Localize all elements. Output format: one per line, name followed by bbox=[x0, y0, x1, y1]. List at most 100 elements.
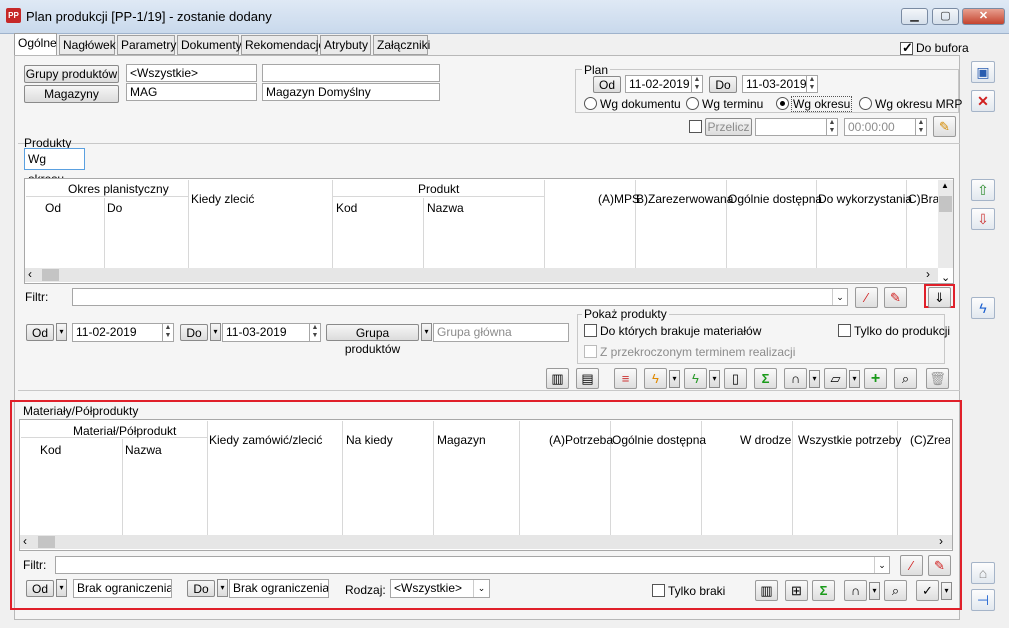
materialy-do-field[interactable]: Brak ograniczenia bbox=[229, 579, 329, 598]
scroll-down-icon[interactable]: ⌄ bbox=[941, 271, 950, 284]
filter-wizard-icon[interactable]: ✎ bbox=[928, 555, 951, 576]
pin-icon[interactable]: ⊣ bbox=[971, 589, 995, 611]
magazyn-name-field[interactable]: Magazyn Domyślny bbox=[262, 83, 440, 101]
col-kod[interactable]: Kod bbox=[40, 443, 61, 457]
lock-icon[interactable]: ⌂ bbox=[971, 562, 995, 584]
plan-od-button[interactable]: Od bbox=[593, 76, 621, 93]
scroll-right-icon[interactable]: › bbox=[939, 534, 943, 548]
time-spinner[interactable]: ▲ ▼ bbox=[915, 119, 926, 135]
scroll-left-icon[interactable]: ‹ bbox=[28, 267, 32, 281]
tab-ogolne[interactable]: Ogólne bbox=[14, 33, 57, 55]
export-icon[interactable]: ⇧ bbox=[971, 179, 995, 201]
col-braki[interactable]: C)Braki bbox=[908, 192, 938, 206]
brakuje-checkbox[interactable] bbox=[584, 324, 597, 337]
przekroczony-checkbox[interactable] bbox=[584, 345, 597, 358]
col-kod[interactable]: Kod bbox=[336, 201, 357, 215]
check-edit-dropdown[interactable]: ▾ bbox=[941, 582, 952, 600]
col-zarezerwowana[interactable]: B)Zarezerwowana bbox=[636, 192, 733, 206]
check-edit-icon[interactable]: ✓ bbox=[916, 580, 939, 601]
document-icon[interactable]: ▯ bbox=[724, 368, 747, 389]
save-icon[interactable]: ▣ bbox=[971, 61, 995, 83]
grupa-produktow-dropdown[interactable]: ▾ bbox=[421, 323, 432, 341]
magazyny-button[interactable]: Magazyny bbox=[24, 85, 119, 103]
produkty-do-spinner[interactable]: ▲ ▼ bbox=[309, 324, 320, 341]
import-icon[interactable]: ⇩ bbox=[971, 208, 995, 230]
materialy-od-field[interactable]: Brak ograniczenia bbox=[73, 579, 172, 598]
produkty-od-date[interactable]: 11-02-2019 bbox=[72, 323, 174, 342]
przelicz-value-spinner[interactable]: ▲ ▼ bbox=[826, 119, 837, 135]
tab-dokumenty[interactable]: Dokumenty bbox=[177, 35, 242, 55]
magazyn-code-field[interactable]: MAG bbox=[126, 83, 257, 101]
tab-naglowek[interactable]: Nagłówek bbox=[59, 35, 116, 55]
radio-wg-okresu[interactable] bbox=[776, 97, 789, 110]
col-nazwa[interactable]: Nazwa bbox=[427, 201, 464, 215]
col-do-wykorzystania[interactable]: Do wykorzystania bbox=[818, 192, 912, 206]
col-produkt[interactable]: Produkt bbox=[418, 182, 459, 196]
przelicz-button[interactable]: Przelicz bbox=[705, 118, 752, 136]
tab-parametry[interactable]: Parametry bbox=[117, 35, 176, 55]
scroll-right-icon[interactable]: › bbox=[926, 267, 930, 281]
col-material-polprodukt[interactable]: Materiał/Półprodukt bbox=[73, 424, 176, 438]
search-icon[interactable]: ⌕ bbox=[884, 580, 907, 601]
col-magazyn[interactable]: Magazyn bbox=[437, 433, 486, 447]
col-od[interactable]: Od bbox=[45, 201, 61, 215]
produkty-subtab-wg-okresu[interactable]: Wg okresu bbox=[24, 148, 85, 186]
lightning-icon[interactable]: ϟ bbox=[971, 297, 995, 319]
materialy-od-dropdown[interactable]: ▾ bbox=[56, 579, 67, 597]
delete-icon[interactable]: 🗑 bbox=[926, 368, 949, 389]
col-na-kiedy[interactable]: Na kiedy bbox=[346, 433, 393, 447]
grupy-produktow-extra-field[interactable] bbox=[262, 64, 440, 82]
col-okres[interactable]: Okres planistyczny bbox=[68, 182, 169, 196]
edit-icon[interactable]: ▱ bbox=[824, 368, 847, 389]
tylko-do-produkcji-checkbox[interactable] bbox=[838, 324, 851, 337]
sum-icon[interactable]: Σ bbox=[754, 368, 777, 389]
produkty-od-spinner[interactable]: ▲ ▼ bbox=[162, 324, 173, 341]
produkty-od-button[interactable]: Od bbox=[26, 324, 54, 341]
materialy-do-button[interactable]: Do bbox=[187, 580, 215, 597]
clear-filter-icon[interactable]: ⁄ bbox=[900, 555, 923, 576]
scroll-left-icon[interactable]: ‹ bbox=[23, 534, 27, 548]
close-button[interactable]: ✕ bbox=[962, 8, 1005, 25]
produkty-filtr-input[interactable] bbox=[72, 288, 848, 306]
col-ogolnie-dostepna[interactable]: Ogólnie dostępna bbox=[612, 433, 706, 447]
cancel-icon[interactable]: ✕ bbox=[971, 90, 995, 112]
col-nazwa[interactable]: Nazwa bbox=[125, 443, 162, 457]
produkty-do-dropdown[interactable]: ▾ bbox=[210, 323, 221, 341]
tab-zalaczniki[interactable]: Załączniki bbox=[373, 35, 430, 55]
generate-icon[interactable]: ϟ bbox=[644, 368, 667, 389]
generate-dropdown[interactable]: ▾ bbox=[669, 370, 680, 388]
col-potrzeba[interactable]: (A)Potrzeba bbox=[549, 433, 613, 447]
produkty-do-date[interactable]: 11-03-2019 bbox=[222, 323, 321, 342]
grupy-produktow-field[interactable]: <Wszystkie> bbox=[126, 64, 257, 82]
col-kiedy-zlecic[interactable]: Kiedy zlecić bbox=[191, 192, 254, 206]
plan-do-spinner[interactable]: ▲ ▼ bbox=[806, 76, 817, 92]
tylko-braki-checkbox[interactable] bbox=[652, 584, 665, 597]
produkty-vscroll-thumb[interactable] bbox=[939, 196, 952, 212]
generate-green-dropdown[interactable]: ▾ bbox=[709, 370, 720, 388]
radio-wg-terminu[interactable] bbox=[686, 97, 699, 110]
structure-icon[interactable]: ⊞ bbox=[785, 580, 808, 601]
tab-rekomendacje[interactable]: Rekomendacje bbox=[241, 35, 325, 55]
col-zreal[interactable]: (C)Zreal bbox=[910, 433, 950, 447]
produkty-vscroll[interactable] bbox=[938, 180, 953, 268]
edit-dropdown[interactable]: ▾ bbox=[849, 370, 860, 388]
generate-green-icon[interactable]: ϟ bbox=[684, 368, 707, 389]
materialy-hscroll[interactable] bbox=[20, 535, 952, 549]
produkty-filtr-dropdown-icon[interactable]: ⌄ bbox=[832, 289, 847, 305]
col-do[interactable]: Do bbox=[107, 201, 122, 215]
materialy-do-dropdown[interactable]: ▾ bbox=[217, 579, 228, 597]
columns-icon[interactable]: ▤ bbox=[576, 368, 599, 389]
copy-to-materials-icon[interactable]: ⇓ bbox=[928, 287, 951, 308]
wizard-help-icon[interactable]: ✎ bbox=[933, 116, 956, 137]
sum-icon[interactable]: Σ bbox=[812, 580, 835, 601]
plan-od-spinner[interactable]: ▲ ▼ bbox=[691, 76, 702, 92]
minimize-button[interactable]: ▁ bbox=[901, 8, 928, 25]
materialy-filtr-input[interactable] bbox=[55, 556, 890, 574]
chart-icon[interactable]: ▥ bbox=[546, 368, 569, 389]
col-ogolnie-dostepna[interactable]: Ogólnie dostępna bbox=[728, 192, 822, 206]
rodzaj-dropdown-icon[interactable]: ⌄ bbox=[473, 580, 489, 597]
filter-wizard-icon[interactable]: ✎ bbox=[884, 287, 907, 308]
do-bufora-checkbox[interactable] bbox=[900, 40, 913, 56]
materialy-filtr-dropdown-icon[interactable]: ⌄ bbox=[874, 557, 889, 573]
produkty-do-button[interactable]: Do bbox=[180, 324, 208, 341]
